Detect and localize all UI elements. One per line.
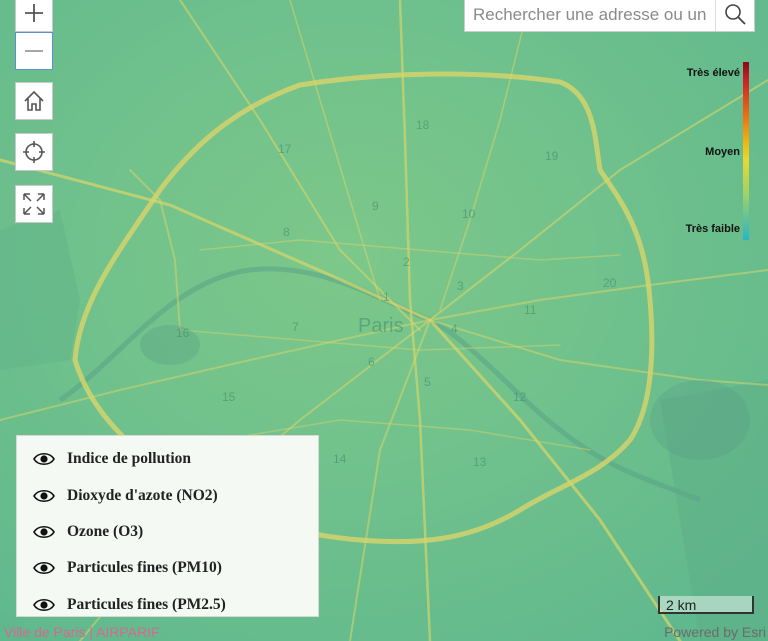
layer-pm25[interactable]: Particules fines (PM2.5) xyxy=(17,587,318,623)
zoom-out-button[interactable] xyxy=(15,32,53,70)
arrondissement-label: 13 xyxy=(473,455,487,469)
arrondissement-label: 2 xyxy=(403,255,410,269)
arrondissement-label: 18 xyxy=(416,118,430,132)
layer-label: Dioxyde d'azote (NO2) xyxy=(67,486,218,504)
layer-pm10[interactable]: Particules fines (PM10) xyxy=(17,550,318,586)
layer-label: Particules fines (PM10) xyxy=(67,559,222,577)
arrondissement-label: 8 xyxy=(283,225,290,239)
home-button[interactable] xyxy=(15,82,53,120)
home-icon xyxy=(24,90,44,111)
layer-no2[interactable]: Dioxyde d'azote (NO2) xyxy=(17,477,318,513)
fullscreen-button[interactable] xyxy=(15,185,53,223)
arrondissement-label: 7 xyxy=(292,320,299,334)
arrondissement-label: 15 xyxy=(222,390,236,404)
search-icon xyxy=(725,4,746,25)
arrondissement-label: 3 xyxy=(457,279,464,293)
layer-label: Particules fines (PM2.5) xyxy=(67,595,226,613)
search-button[interactable] xyxy=(715,0,754,31)
eye-icon xyxy=(33,489,55,502)
eye-icon xyxy=(33,453,55,466)
search-input[interactable] xyxy=(465,0,715,31)
arrondissement-label: 4 xyxy=(451,322,458,336)
arrondissement-label: 5 xyxy=(424,375,431,389)
eye-icon xyxy=(33,562,55,575)
layer-label: Indice de pollution xyxy=(67,450,192,468)
arrondissement-label: 19 xyxy=(545,149,559,163)
arrondissement-label: 1 xyxy=(383,290,390,304)
legend-mid-label: Moyen xyxy=(705,146,740,158)
arrondissement-label: 14 xyxy=(333,452,347,466)
minus-icon xyxy=(25,50,43,52)
layer-label: Ozone (O3) xyxy=(67,522,144,540)
search-box xyxy=(464,0,755,32)
arrondissement-label: 20 xyxy=(603,276,617,290)
zoom-in-button[interactable] xyxy=(15,0,53,32)
legend-high-label: Très élevé xyxy=(686,67,740,79)
arrondissement-label: 17 xyxy=(278,142,292,156)
attribution-text: Ville de Paris | AIRPARIF xyxy=(4,624,160,640)
arrondissement-label: 12 xyxy=(513,390,527,404)
arrondissement-label: 11 xyxy=(524,303,537,317)
layer-o3[interactable]: Ozone (O3) xyxy=(17,514,318,550)
scale-bar: 2 km xyxy=(658,596,754,614)
crosshair-icon xyxy=(23,141,45,163)
eye-icon xyxy=(33,525,55,539)
city-label: Paris xyxy=(358,315,404,337)
plus-icon xyxy=(25,4,43,22)
arrondissement-label: 16 xyxy=(176,326,190,340)
locate-button[interactable] xyxy=(15,133,53,171)
powered-by-link[interactable]: Powered by Esri xyxy=(664,624,766,640)
eye-icon xyxy=(33,598,55,611)
arrondissement-label: 9 xyxy=(372,199,379,213)
expand-icon xyxy=(23,193,45,215)
pollution-color-scale xyxy=(743,62,749,240)
arrondissement-label: 10 xyxy=(462,207,476,221)
layer-pollution-index[interactable]: Indice de pollution xyxy=(17,441,318,477)
layer-list-panel: Indice de pollution Dioxyde d'azote (NO2… xyxy=(16,435,319,617)
arrondissement-label: 6 xyxy=(368,355,375,369)
legend-low-label: Très faible xyxy=(685,223,740,235)
